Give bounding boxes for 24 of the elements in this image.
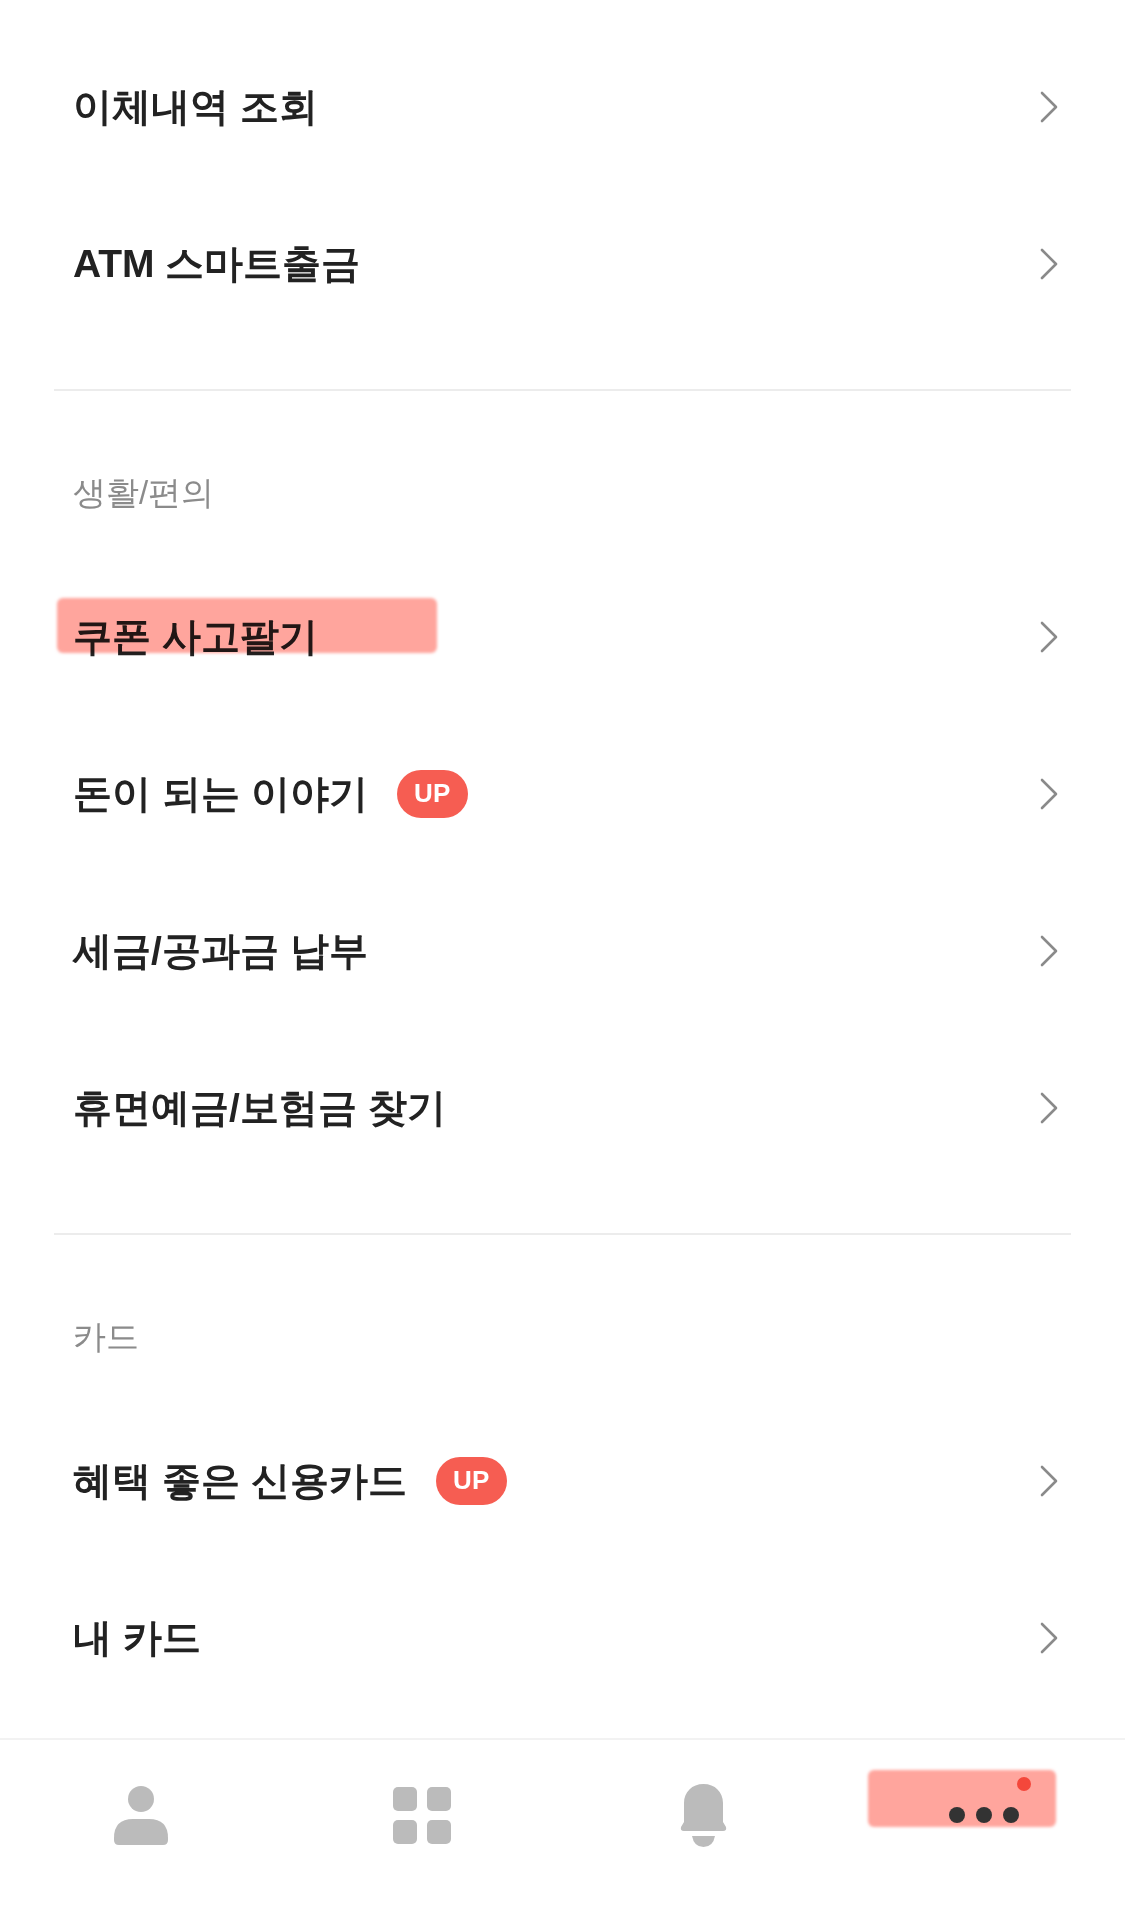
menu-item[interactable]: 세금/공과금 납부 [0, 872, 1125, 1029]
chevron-right-icon [1040, 90, 1058, 123]
chevron-right-icon [1040, 620, 1058, 653]
section-title: 카드 [73, 1317, 139, 1357]
chevron-right-icon [1040, 934, 1058, 967]
menu-item[interactable]: 돈이 되는 이야기 UP [0, 715, 1125, 872]
menu-item[interactable]: ATM 스마트출금 [0, 185, 1125, 342]
section-title: 생활/편의 [73, 473, 215, 513]
more-icon [949, 1807, 1020, 1823]
chevron-right-icon [1040, 1621, 1058, 1654]
up-badge: UP [396, 769, 468, 818]
chevron-right-icon [1040, 1464, 1058, 1497]
chevron-right-icon [1040, 1091, 1058, 1124]
bell-icon [678, 1783, 728, 1847]
up-badge: UP [435, 1456, 507, 1505]
menu-item[interactable]: 휴면예금/보험금 찾기 [0, 1029, 1125, 1186]
menu-item[interactable]: 내 카드 [0, 1559, 1125, 1716]
chevron-right-icon [1040, 247, 1058, 280]
grid-icon [392, 1786, 451, 1844]
chevron-right-icon [1040, 777, 1058, 810]
menu-item[interactable]: 쿠폰 사고팔기 [0, 558, 1125, 715]
menu-item[interactable]: 혜택 좋은 신용카드 UP [0, 1402, 1125, 1559]
menu-item[interactable]: 이체내역 조회 [0, 28, 1125, 185]
person-icon [113, 1785, 168, 1845]
